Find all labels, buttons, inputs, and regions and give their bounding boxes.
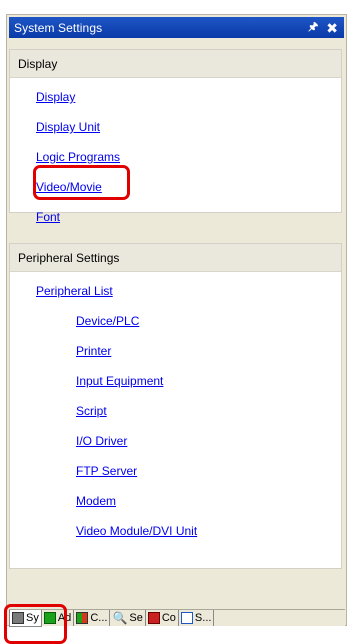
tab-comment[interactable]: Co — [146, 610, 179, 626]
font-link[interactable]: Font — [36, 210, 60, 224]
tab-address[interactable]: Ad — [42, 610, 75, 626]
peripheral-list-link[interactable]: Peripheral List — [36, 284, 113, 298]
tab-label: S... — [194, 612, 212, 624]
pin-icon[interactable]: 🖈 — [308, 18, 318, 37]
device-plc-link[interactable]: Device/PLC — [76, 314, 139, 328]
close-icon[interactable]: ✖ — [326, 21, 338, 35]
window-title: System Settings — [14, 20, 103, 35]
window-title-bar: System Settings 🖈 ✖ — [9, 17, 344, 38]
display-panel: Display Display Display Unit Logic Progr… — [9, 49, 342, 224]
search-icon: 🔍 — [112, 611, 128, 625]
comment-icon — [147, 612, 160, 624]
tab-label: C... — [90, 612, 108, 624]
address-icon — [43, 612, 56, 624]
video-module-dvi-unit-link[interactable]: Video Module/DVI Unit — [76, 524, 197, 538]
printer-link[interactable]: Printer — [76, 344, 111, 358]
peripheral-panel: Peripheral Settings Peripheral List Devi… — [9, 243, 342, 569]
io-driver-link[interactable]: I/O Driver — [76, 434, 127, 448]
tab-search[interactable]: 🔍 Se — [110, 610, 146, 626]
panel-tab-bar: Sy Ad C... 🔍 Se Co S... — [9, 609, 345, 627]
video-movie-link[interactable]: Video/Movie — [36, 180, 102, 194]
tab-common[interactable]: C... — [74, 610, 111, 626]
tab-screen[interactable]: S... — [179, 610, 215, 626]
ftp-server-link[interactable]: FTP Server — [76, 464, 137, 478]
display-link[interactable]: Display — [36, 90, 75, 104]
tab-label: Ad — [57, 612, 72, 624]
tab-system-settings[interactable]: Sy — [9, 609, 42, 627]
logic-programs-link[interactable]: Logic Programs — [36, 150, 120, 164]
tab-label: Se — [129, 612, 143, 624]
display-unit-link[interactable]: Display Unit — [36, 120, 100, 134]
input-equipment-link[interactable]: Input Equipment — [76, 374, 163, 388]
modem-link[interactable]: Modem — [76, 494, 116, 508]
tab-label: Sy — [26, 611, 39, 624]
common-icon — [76, 612, 89, 624]
script-link[interactable]: Script — [76, 404, 107, 418]
system-settings-window: System Settings 🖈 ✖ Display Display Disp… — [6, 14, 347, 627]
screen-icon — [180, 612, 193, 624]
peripheral-section-header: Peripheral Settings — [10, 244, 341, 272]
display-section-header: Display — [10, 50, 341, 78]
system-settings-icon — [12, 611, 24, 624]
tab-label: Co — [161, 612, 176, 624]
